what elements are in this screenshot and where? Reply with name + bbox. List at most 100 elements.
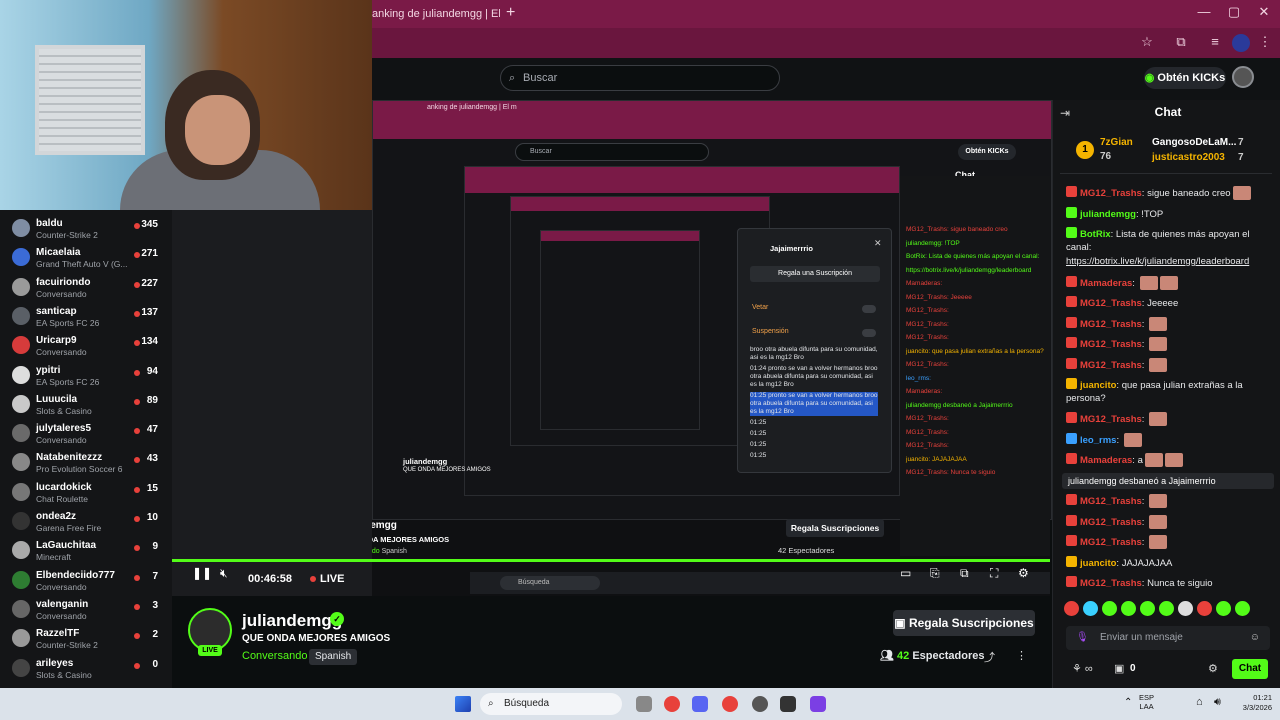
sidebar-channel-item[interactable]: RazzelTF Counter-Strike 2 2 [0,624,172,653]
chrome-icon-active[interactable] [722,696,738,712]
mute-icon[interactable]: 🔇︎ [220,566,228,581]
emote-icon[interactable] [1235,601,1250,616]
menu-dots-icon[interactable]: ⋮ [1256,34,1274,52]
discord-icon[interactable] [692,696,708,712]
channel-name[interactable]: juliandemgg [242,611,342,631]
pause-icon[interactable]: ❚❚ [192,566,212,580]
minimize-button[interactable]: — [1192,4,1216,19]
network-icon[interactable]: ⌂ [1196,696,1203,708]
sidebar-channel-item[interactable]: facuiriondo Conversando 227 [0,273,172,302]
collapse-chat-icon[interactable]: ⇥ [1060,106,1070,120]
share-icon[interactable]: ⤴ [984,649,995,665]
sidebar-channel-item[interactable]: LaGauchitaa Minecraft 9 [0,536,172,565]
input-language[interactable]: ESP LAA [1139,693,1154,711]
chat-username[interactable]: MG12_Trashs [1080,298,1142,309]
settings-icon[interactable]: ⚙ [1018,566,1029,580]
new-tab-button[interactable]: + [506,4,515,22]
gifter-1-count: 76 [1100,151,1112,162]
chat-message: BotRix: Lista de quienes más apoyan el c… [1066,227,1270,254]
more-options-icon[interactable]: ⋮ [1016,649,1027,662]
extensions-icon[interactable]: ⧉ [1172,34,1190,52]
chat-username[interactable]: MG12_Trashs [1080,319,1142,330]
browser-tab[interactable]: anking de juliandemgg | El m [372,3,500,25]
chat-username[interactable]: MG12_Trashs [1080,517,1142,528]
chat-username[interactable]: BotRix [1080,229,1111,240]
chat-username[interactable]: MG12_Trashs [1080,496,1142,507]
star-icon[interactable]: ☆ [1138,34,1156,52]
chat-settings-icon[interactable]: ⚙ [1208,662,1218,675]
chat-username[interactable]: MG12_Trashs [1080,414,1142,425]
user-avatar[interactable] [1232,66,1254,88]
get-kicks-button[interactable]: ◉ Obtén KICKs [1144,67,1226,89]
settings-app-icon[interactable] [780,696,796,712]
nested-chat-line: MG12_Trashs: [906,442,949,449]
send-chat-button[interactable]: Chat [1232,659,1268,679]
app-icon-2[interactable] [810,696,826,712]
chat-username[interactable]: juancito [1080,558,1116,569]
popup-username: Jajaimerrrio [770,244,813,253]
clip-icon[interactable]: ⎘ [930,566,940,581]
sidebar-channel-item[interactable]: ondea2z Garena Free Fire 10 [0,507,172,536]
chat-username[interactable]: MG12_Trashs [1080,578,1142,589]
sidebar-channel-item[interactable]: valenganin Conversando 3 [0,595,172,624]
emote-icon[interactable] [1178,601,1193,616]
profile-icon[interactable] [1232,34,1250,52]
chat-message-input[interactable]: 🎙︎ Enviar un mensaje ☺ [1066,626,1270,650]
chat-username[interactable]: juliandemgg [1080,209,1136,220]
sidebar-channel-item[interactable]: baldu Counter-Strike 2 345 [0,214,172,243]
fullscreen-icon[interactable]: ⛶ [990,566,998,581]
chat-message: Mamaderas: [1066,275,1270,290]
sidebar-channel-item[interactable]: Luuucila Slots & Casino 89 [0,390,172,419]
pip-icon[interactable]: ⧉ [960,566,969,581]
tray-chevron-icon[interactable]: ⌃ [1124,697,1132,708]
emote-icon[interactable] [1121,601,1136,616]
queue-icon[interactable]: ≡ [1206,34,1224,52]
sidebar-channel-item[interactable]: santicap EA Sports FC 26 137 [0,302,172,331]
language-tag[interactable]: Spanish [309,649,358,665]
chat-username[interactable]: leo_rms [1080,435,1116,446]
clock[interactable]: 01:21 3/3/2026 [1232,693,1272,713]
chat-username[interactable]: juancito [1080,380,1116,391]
emote-icon[interactable] [1140,601,1155,616]
chat-username[interactable]: Mamaderas [1080,278,1132,289]
chat-username[interactable]: MG12_Trashs [1080,188,1142,199]
sidebar-channel-item[interactable]: Natabenitezzz Pro Evolution Soccer 6 43 [0,448,172,477]
emote-icon[interactable] [1197,601,1212,616]
volume-icon[interactable]: 🔊︎ [1214,696,1221,709]
chat-username[interactable]: MG12_Trashs [1080,360,1142,371]
emote-icon[interactable] [1159,601,1174,616]
sidebar-channel-item[interactable]: Micaelaia Grand Theft Auto V (G... 271 [0,243,172,272]
sidebar-channel-item[interactable]: Uricarp9 Conversando 134 [0,331,172,360]
stream-category[interactable]: Conversando [242,650,307,662]
mic-icon[interactable]: 🎙︎ [1076,626,1089,650]
maximize-button[interactable]: ▢ [1222,4,1246,20]
emoji-icon[interactable]: ☺ [1250,626,1260,650]
chat-username[interactable]: MG12_Trashs [1080,537,1142,548]
chat-username[interactable]: MG12_Trashs [1080,339,1142,350]
close-window-button[interactable]: ✕ [1252,4,1276,20]
emote-icon[interactable] [1102,601,1117,616]
chrome-icon[interactable] [664,696,680,712]
user-badge-icon [1066,275,1077,287]
gift-box-icon[interactable]: ▣ [1114,662,1124,675]
emote-icon[interactable] [1064,601,1079,616]
search-input[interactable]: ⌕ Buscar [500,65,780,91]
gift-subscriptions-button[interactable]: ▣ Regala Suscripciones [893,610,1035,636]
emote-icon[interactable] [1216,601,1231,616]
sidebar-channel-viewers: 15 [146,482,158,494]
windows-start-icon[interactable] [455,696,471,712]
sidebar-channel-item[interactable]: arileyes Slots & Casino 0 [0,654,172,683]
sidebar-channel-item[interactable]: julytaleres5 Conversando 47 [0,419,172,448]
theater-mode-icon[interactable]: ▭ [900,566,911,580]
points-icon[interactable]: ⚘ ∞ [1072,662,1093,675]
sidebar-channel-item[interactable]: ypitri EA Sports FC 26 94 [0,361,172,390]
sidebar-channel-item[interactable]: lucardokick Chat Roulette 15 [0,478,172,507]
emote-icon[interactable] [1083,601,1098,616]
chat-username[interactable]: Mamaderas [1080,455,1132,466]
emote-quickbar[interactable] [1064,601,1276,619]
taskbar-search[interactable]: ⌕ Búsqueda [480,693,622,715]
sidebar-channel-item[interactable]: Elbendeciido777 Conversando 7 [0,566,172,595]
app-icon[interactable] [752,696,768,712]
file-explorer-icon[interactable] [636,696,652,712]
progress-bar[interactable] [172,559,1050,562]
